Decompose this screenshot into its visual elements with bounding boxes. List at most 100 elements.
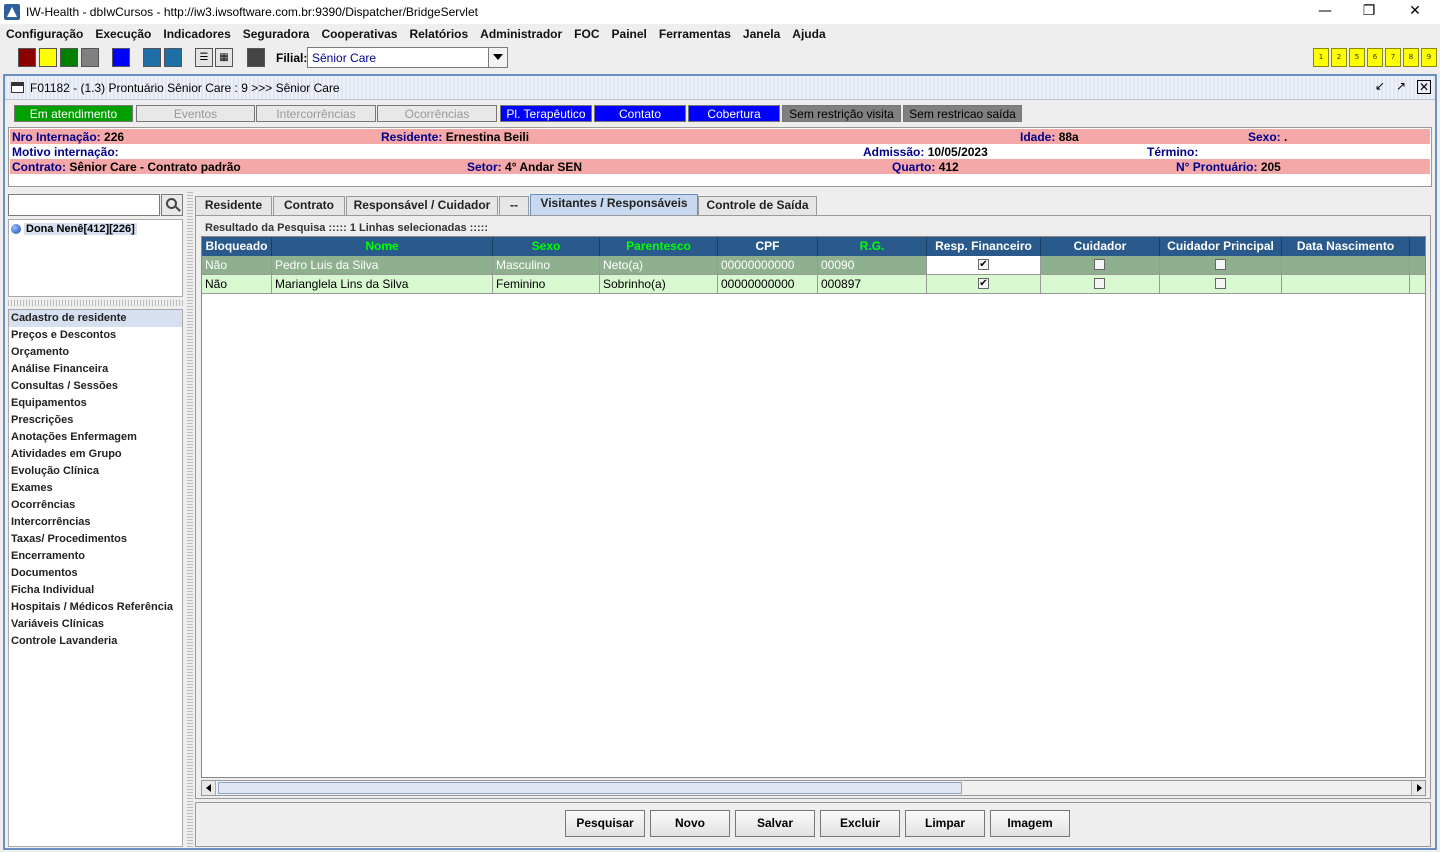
nav-item-equipamentos[interactable]: Equipamentos [9, 395, 182, 412]
shortcut-button-6[interactable]: 6 [1367, 48, 1383, 67]
status-contato[interactable]: Contato [594, 105, 686, 122]
salvar-button[interactable]: Salvar [735, 810, 815, 837]
col-parentesco[interactable]: Parentesco [600, 237, 718, 256]
nav-item-encerramento[interactable]: Encerramento [9, 548, 182, 565]
status-cobertura[interactable]: Cobertura [688, 105, 780, 122]
status-ocorrencias[interactable]: Ocorrências [377, 105, 497, 122]
nav-item-analise-financeira[interactable]: Análise Financeira [9, 361, 182, 378]
shortcut-button-8[interactable]: 8 [1403, 48, 1419, 67]
resp-financeiro-checkbox[interactable]: ✔ [978, 278, 989, 289]
limpar-button[interactable]: Limpar [905, 810, 985, 837]
nav-item-ocorrencias[interactable]: Ocorrências [9, 497, 182, 514]
nav-item-controle-lavanderia[interactable]: Controle Lavanderia [9, 633, 182, 650]
color-swatch-green[interactable] [60, 48, 78, 67]
cuidador-principal-checkbox[interactable] [1215, 278, 1226, 289]
shortcut-button-1[interactable]: 1 [1313, 48, 1329, 67]
menu-relatorios[interactable]: Relatórios [409, 27, 468, 41]
left-splitter[interactable] [8, 300, 183, 306]
status-sem-restricao-visita[interactable]: Sem restrição visita [782, 105, 901, 122]
pesquisar-button[interactable]: Pesquisar [565, 810, 645, 837]
tree-view-icon[interactable]: ☰ [195, 48, 213, 67]
menu-painel[interactable]: Painel [612, 27, 647, 41]
color-swatch-dark-gray[interactable] [247, 48, 265, 67]
nav-item-evolucao-clinica[interactable]: Evolução Clínica [9, 463, 182, 480]
nav-item-intercorrencias[interactable]: Intercorrências [9, 514, 182, 531]
excluir-button[interactable]: Excluir [820, 810, 900, 837]
menu-execucao[interactable]: Execução [95, 27, 151, 41]
nav-item-taxas-procedimentos[interactable]: Taxas/ Procedimentos [9, 531, 182, 548]
menu-ferramentas[interactable]: Ferramentas [659, 27, 731, 41]
shortcut-button-7[interactable]: 7 [1385, 48, 1401, 67]
imagem-button[interactable]: Imagem [990, 810, 1070, 837]
status-sem-restricao-saida[interactable]: Sem restricao saída [903, 105, 1022, 122]
menu-ajuda[interactable]: Ajuda [792, 27, 825, 41]
color-swatch-yellow[interactable] [39, 48, 57, 67]
chevron-down-icon[interactable] [488, 48, 507, 67]
menu-administrador[interactable]: Administrador [480, 27, 562, 41]
tab-responsavel-cuidador[interactable]: Responsável / Cuidador [346, 196, 498, 215]
nav-item-variaveis-clinicas[interactable]: Variáveis Clínicas [9, 616, 182, 633]
scroll-left-icon[interactable] [202, 781, 216, 795]
menu-cooperativas[interactable]: Cooperativas [321, 27, 397, 41]
resident-search-input[interactable] [8, 194, 160, 216]
calculator-icon[interactable]: ▦ [215, 48, 233, 67]
nav-item-precos-descontos[interactable]: Preços e Descontos [9, 327, 182, 344]
tab-visitantes-responsaveis[interactable]: Visitantes / Responsáveis [530, 194, 698, 215]
close-icon[interactable]: ✕ [1392, 0, 1438, 24]
menu-janela[interactable]: Janela [743, 27, 780, 41]
col-nome[interactable]: Nome [272, 237, 493, 256]
color-swatch-dark-red[interactable] [18, 48, 36, 67]
nav-item-consultas-sessoes[interactable]: Consultas / Sessões [9, 378, 182, 395]
search-button[interactable] [161, 194, 183, 216]
shortcut-button-5[interactable]: 5 [1349, 48, 1365, 67]
scroll-right-icon[interactable] [1411, 781, 1425, 795]
nav-item-cadastro-residente[interactable]: Cadastro de residente [9, 310, 182, 327]
col-cuidador[interactable]: Cuidador [1041, 237, 1160, 256]
nav-item-exames[interactable]: Exames [9, 480, 182, 497]
cuidador-checkbox[interactable] [1094, 259, 1105, 270]
col-sexo[interactable]: Sexo [493, 237, 600, 256]
col-rg[interactable]: R.G. [818, 237, 927, 256]
nav-item-atividades-grupo[interactable]: Atividades em Grupo [9, 446, 182, 463]
horizontal-scrollbar[interactable] [201, 780, 1426, 796]
cuidador-checkbox[interactable] [1094, 278, 1105, 289]
status-pl-terapeutico[interactable]: Pl. Terapêutico [500, 105, 592, 122]
maximize-icon[interactable]: ↗ [1394, 80, 1408, 94]
col-cpf[interactable]: CPF [718, 237, 818, 256]
filial-select[interactable]: Sênior Care [307, 47, 508, 68]
nav-item-documentos[interactable]: Documentos [9, 565, 182, 582]
table-row[interactable]: Não Marianglela Lins da Silva Feminino S… [202, 275, 1425, 294]
nav-item-prescricoes[interactable]: Prescrições [9, 412, 182, 429]
minimize-icon[interactable]: — [1302, 0, 1348, 24]
scroll-thumb[interactable] [218, 782, 962, 794]
color-swatch-blue[interactable] [112, 48, 130, 67]
tab-contrato[interactable]: Contrato [273, 196, 345, 215]
resident-list[interactable]: Dona Nenê[412][226] [8, 219, 183, 297]
nav-item-ficha-individual[interactable]: Ficha Individual [9, 582, 182, 599]
nav-item-orcamento[interactable]: Orçamento [9, 344, 182, 361]
status-intercorrencias[interactable]: Intercorrências [256, 105, 376, 122]
menu-configuracao[interactable]: Configuração [6, 27, 83, 41]
shortcut-button-9[interactable]: 9 [1421, 48, 1437, 67]
resident-list-item[interactable]: Dona Nenê[412][226] [11, 223, 137, 235]
restore-icon[interactable]: ❐ [1346, 0, 1392, 24]
color-swatch-steel-blue[interactable] [143, 48, 161, 67]
col-bloqueado[interactable]: Bloqueado [202, 237, 272, 256]
vertical-splitter[interactable] [187, 190, 193, 847]
col-cuidador-principal[interactable]: Cuidador Principal [1160, 237, 1282, 256]
inner-close-icon[interactable]: ✕ [1417, 80, 1431, 94]
color-swatch-steel-blue-2[interactable] [164, 48, 182, 67]
resp-financeiro-checkbox[interactable]: ✔ [978, 259, 989, 270]
nav-item-hospitais-medicos[interactable]: Hospitais / Médicos Referência [9, 599, 182, 616]
status-em-atendimento[interactable]: Em atendimento [14, 105, 133, 122]
table-row[interactable]: Não Pedro Luis da Silva Masculino Neto(a… [202, 256, 1425, 275]
menu-seguradora[interactable]: Seguradora [243, 27, 310, 41]
status-eventos[interactable]: Eventos [136, 105, 255, 122]
col-data-nascimento[interactable]: Data Nascimento [1282, 237, 1410, 256]
tab-controle-saida[interactable]: Controle de Saída [698, 196, 817, 215]
nav-item-anotacoes-enfermagem[interactable]: Anotações Enfermagem [9, 429, 182, 446]
menu-indicadores[interactable]: Indicadores [163, 27, 230, 41]
shortcut-button-2[interactable]: 2 [1331, 48, 1347, 67]
cuidador-principal-checkbox[interactable] [1215, 259, 1226, 270]
iconify-icon[interactable]: ↙ [1373, 80, 1387, 94]
